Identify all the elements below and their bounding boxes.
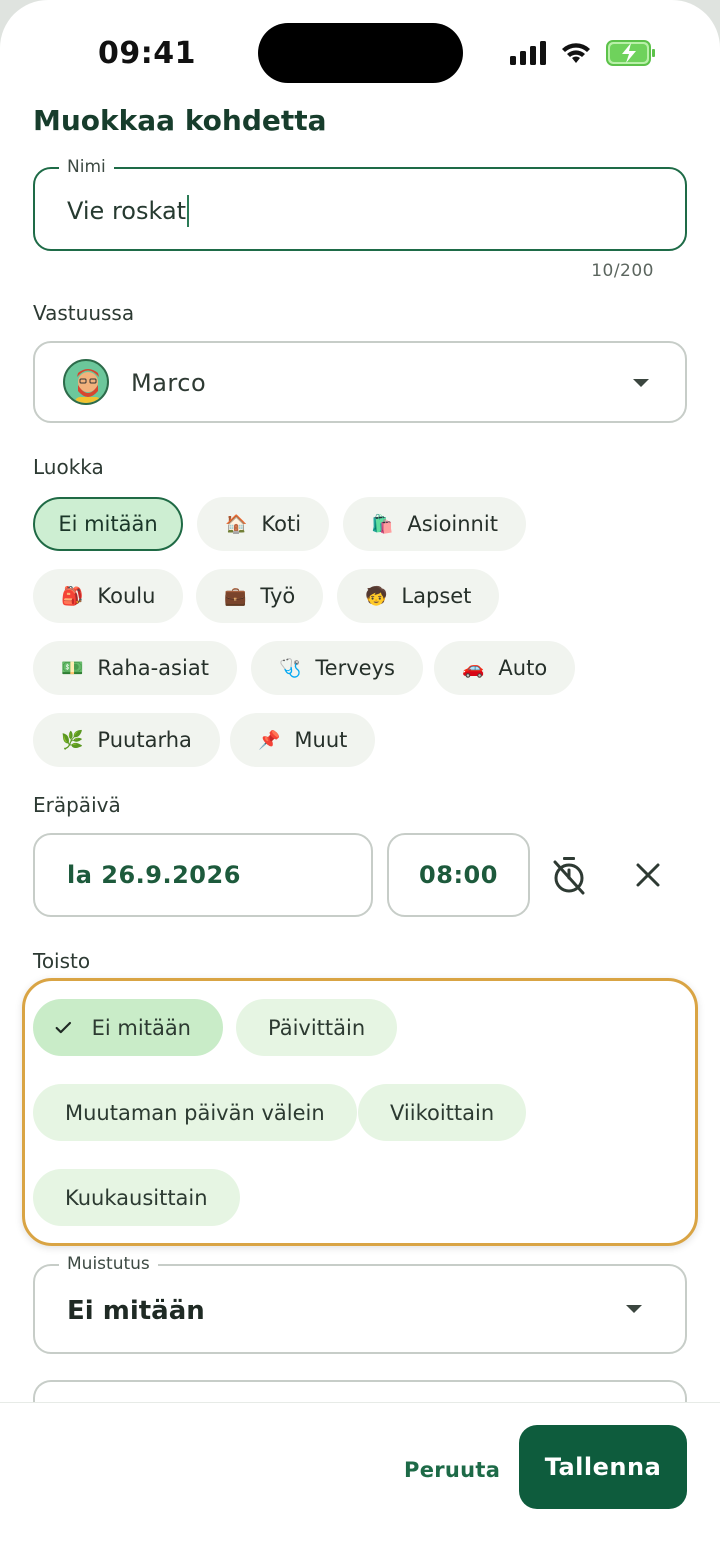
category-chip-health[interactable]: 🩺 Terveys (251, 641, 423, 695)
bottom-action-bar: Peruuta Tallenna (0, 1402, 720, 1564)
chevron-down-icon (626, 1305, 642, 1313)
status-time: 09:41 (98, 36, 196, 71)
stethoscope-icon: 🩺 (279, 657, 302, 679)
responsible-value: Marco (131, 369, 207, 397)
battery-charging-icon (606, 40, 655, 66)
check-icon (55, 1021, 72, 1033)
character-counter: 10/200 (591, 261, 654, 281)
herb-icon: 🌿 (61, 729, 84, 751)
wifi-icon (562, 43, 590, 63)
pushpin-icon: 📌 (258, 729, 281, 751)
repeat-option-weekly[interactable]: Viikoittain (358, 1084, 527, 1141)
category-chip-school[interactable]: 🎒 Koulu (33, 569, 184, 623)
due-time-field[interactable]: 08:00 (387, 833, 530, 917)
timer-off-icon[interactable] (545, 851, 593, 899)
car-icon: 🚗 (462, 657, 485, 679)
reminder-select[interactable]: Muistutus Ei mitään (33, 1254, 687, 1354)
category-chip-car[interactable]: 🚗 Auto (434, 641, 576, 695)
category-chip-work[interactable]: 💼 Työ (196, 569, 324, 623)
category-chip-home[interactable]: 🏠 Koti (197, 497, 330, 551)
name-input-value[interactable]: Vie roskat (67, 195, 190, 227)
category-chip-other[interactable]: 📌 Muut (230, 713, 376, 767)
child-icon: 🧒 (365, 585, 388, 607)
text-caret (187, 195, 190, 227)
responsible-select[interactable]: Marco (33, 341, 687, 423)
due-date-field[interactable]: la 26.9.2026 (33, 833, 373, 917)
repeat-label: Toisto (33, 949, 91, 973)
repeat-option-every-few-days[interactable]: Muutaman päivän välein (33, 1084, 357, 1141)
category-chip-garden[interactable]: 🌿 Puutarha (33, 713, 220, 767)
repeat-option-none[interactable]: Ei mitään (33, 999, 223, 1056)
repeat-option-daily[interactable]: Päivittäin (236, 999, 398, 1056)
category-label: Luokka (33, 455, 104, 479)
page-title: Muokkaa kohdetta (33, 104, 327, 137)
screen: 09:41 Muokkaa kohdetta Nimi Vie roskat 1… (0, 0, 720, 1564)
shopping-bags-icon: 🛍️ (371, 513, 394, 535)
reminder-label: Muistutus (59, 1254, 158, 1274)
briefcase-icon: 💼 (224, 585, 247, 607)
due-date-label: Eräpäivä (33, 793, 121, 817)
house-icon: 🏠 (225, 513, 248, 535)
repeat-option-monthly[interactable]: Kuukausittain (33, 1169, 240, 1226)
cancel-button[interactable]: Peruuta (404, 1458, 500, 1482)
reminder-value: Ei mitään (67, 1296, 205, 1326)
signal-icon (510, 41, 546, 65)
chevron-down-icon (633, 379, 649, 387)
backpack-icon: 🎒 (61, 585, 84, 607)
save-button[interactable]: Tallenna (519, 1425, 687, 1509)
category-chip-kids[interactable]: 🧒 Lapset (337, 569, 500, 623)
category-chip-finance[interactable]: 💵 Raha-asiat (33, 641, 237, 695)
close-icon[interactable] (624, 851, 672, 899)
name-field[interactable]: Nimi Vie roskat (33, 157, 687, 251)
name-field-label: Nimi (59, 157, 114, 177)
money-icon: 💵 (61, 657, 84, 679)
responsible-label: Vastuussa (33, 301, 135, 325)
category-chip-none[interactable]: Ei mitään (33, 497, 183, 551)
dynamic-island (258, 23, 463, 83)
avatar (63, 359, 109, 405)
category-chip-errands[interactable]: 🛍️ Asioinnit (343, 497, 526, 551)
status-icons (510, 38, 656, 68)
